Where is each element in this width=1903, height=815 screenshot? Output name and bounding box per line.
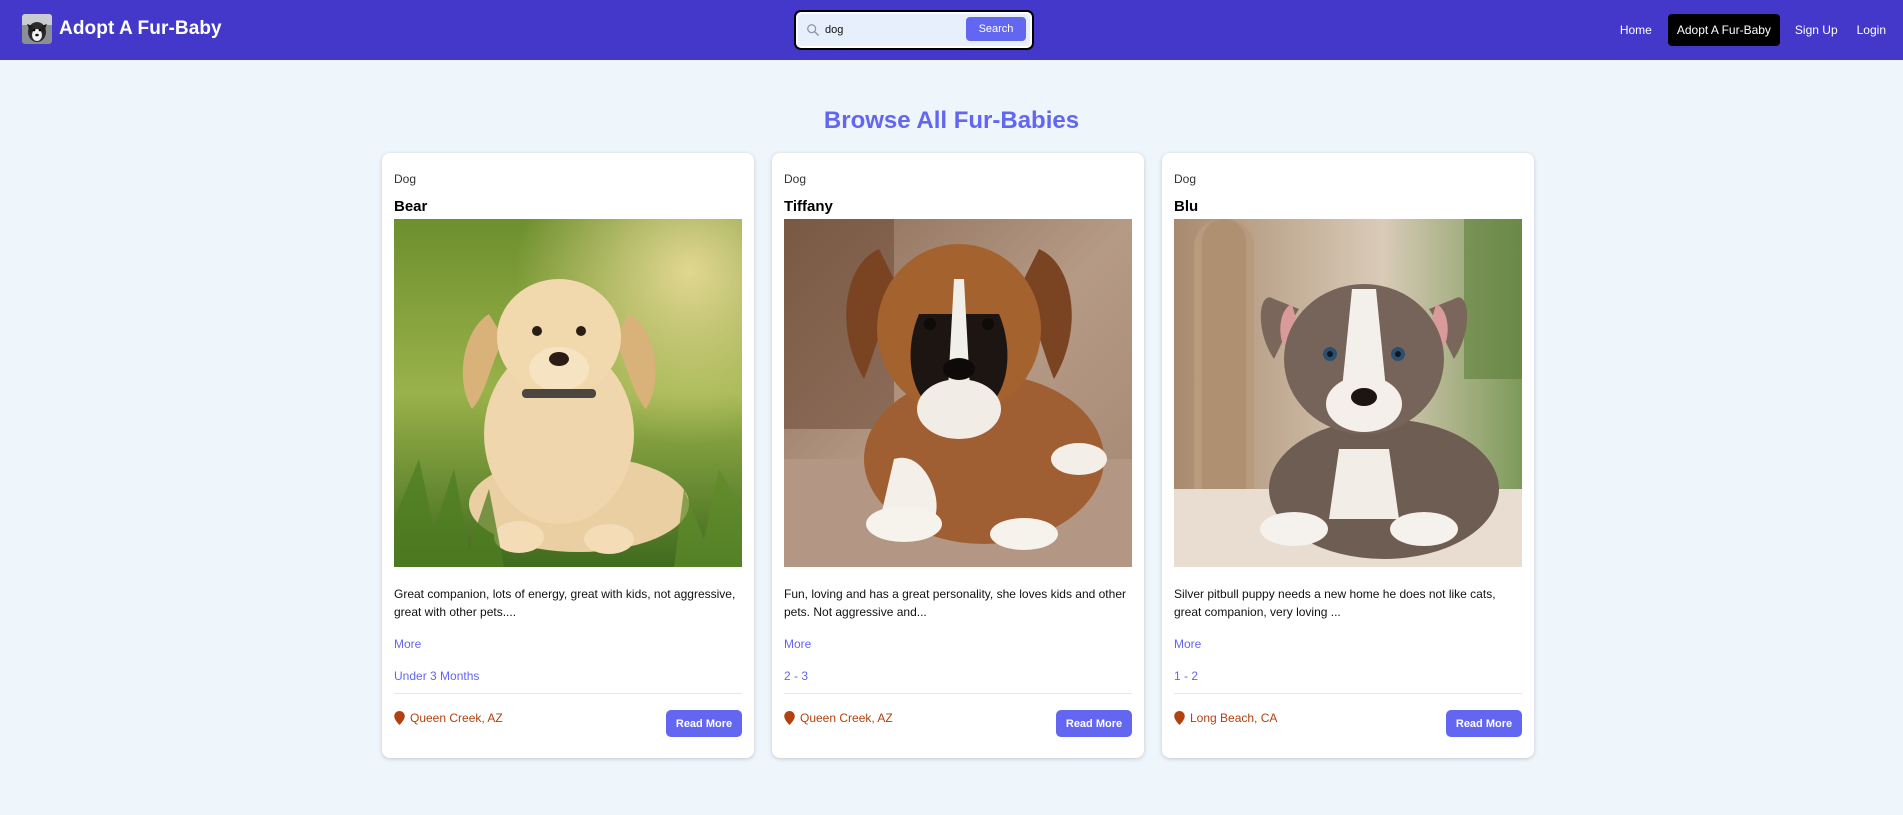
pet-age: 1 - 2 bbox=[1174, 669, 1199, 683]
pet-name: Bear bbox=[394, 198, 428, 215]
nav-links: Home Adopt A Fur-Baby Sign Up Login bbox=[1611, 0, 1903, 60]
pet-age: 2 - 3 bbox=[784, 669, 809, 683]
navbar: Adopt A Fur-Baby Search Home Adopt A Fur… bbox=[0, 0, 1903, 60]
pet-card-list: Dog Bear Great companion, lots of energy… bbox=[382, 153, 1534, 758]
pet-location: Long Beach, CA bbox=[1174, 711, 1277, 725]
location-pin-icon bbox=[394, 711, 405, 725]
read-more-button[interactable]: Read More bbox=[666, 710, 742, 737]
more-link[interactable]: More bbox=[1174, 637, 1522, 651]
pet-name: Blu bbox=[1174, 198, 1199, 215]
search-input[interactable] bbox=[825, 20, 955, 40]
pet-card: Dog Tiffany Fun, loving and has a great … bbox=[772, 153, 1144, 758]
read-more-button[interactable]: Read More bbox=[1056, 710, 1132, 737]
pet-card: Dog Bear Great companion, lots of energy… bbox=[382, 153, 754, 758]
search-frame: Search bbox=[796, 12, 1032, 48]
nav-login-link[interactable]: Login bbox=[1848, 15, 1895, 45]
pet-age: Under 3 Months bbox=[394, 669, 480, 683]
card-footer: Queen Creek, AZ Read More bbox=[784, 694, 1132, 742]
nav-signup-link[interactable]: Sign Up bbox=[1786, 15, 1847, 45]
pet-location: Queen Creek, AZ bbox=[394, 711, 503, 725]
search-bar: Search bbox=[794, 10, 1034, 50]
pet-type: Dog bbox=[394, 172, 417, 186]
brand-logo-link[interactable]: Adopt A Fur-Baby bbox=[22, 14, 222, 44]
pet-type: Dog bbox=[1174, 172, 1197, 186]
pet-description: Great companion, lots of energy, great w… bbox=[394, 587, 736, 619]
pet-description: Fun, loving and has a great personality,… bbox=[784, 587, 1126, 619]
read-more-button[interactable]: Read More bbox=[1446, 710, 1522, 737]
location-pin-icon bbox=[784, 711, 795, 725]
pet-type: Dog bbox=[784, 172, 807, 186]
pet-card: Dog Blu Silver pitbull puppy needs a new… bbox=[1162, 153, 1534, 758]
pet-photo bbox=[394, 219, 742, 567]
pet-photo bbox=[1174, 219, 1522, 567]
pet-location-text: Queen Creek, AZ bbox=[800, 711, 893, 725]
pet-location-text: Queen Creek, AZ bbox=[410, 711, 503, 725]
pet-location-text: Long Beach, CA bbox=[1190, 711, 1278, 725]
pet-location: Queen Creek, AZ bbox=[784, 711, 893, 725]
nav-home-link[interactable]: Home bbox=[1611, 15, 1661, 45]
search-icon bbox=[807, 24, 819, 36]
pet-photo bbox=[784, 219, 1132, 567]
pet-description: Silver pitbull puppy needs a new home he… bbox=[1174, 587, 1496, 619]
brand-name: Adopt A Fur-Baby bbox=[59, 18, 222, 39]
page-title: Browse All Fur-Babies bbox=[823, 107, 1080, 134]
search-field: Search bbox=[798, 14, 1030, 46]
nav-adopt-link[interactable]: Adopt A Fur-Baby bbox=[1667, 14, 1780, 46]
more-link[interactable]: More bbox=[394, 637, 742, 651]
search-button[interactable]: Search bbox=[966, 17, 1026, 41]
card-footer: Queen Creek, AZ Read More bbox=[394, 694, 742, 742]
dog-logo-icon bbox=[22, 14, 52, 44]
card-footer: Long Beach, CA Read More bbox=[1174, 694, 1522, 742]
pet-name: Tiffany bbox=[784, 198, 833, 215]
more-link[interactable]: More bbox=[784, 637, 1132, 651]
location-pin-icon bbox=[1174, 711, 1185, 725]
